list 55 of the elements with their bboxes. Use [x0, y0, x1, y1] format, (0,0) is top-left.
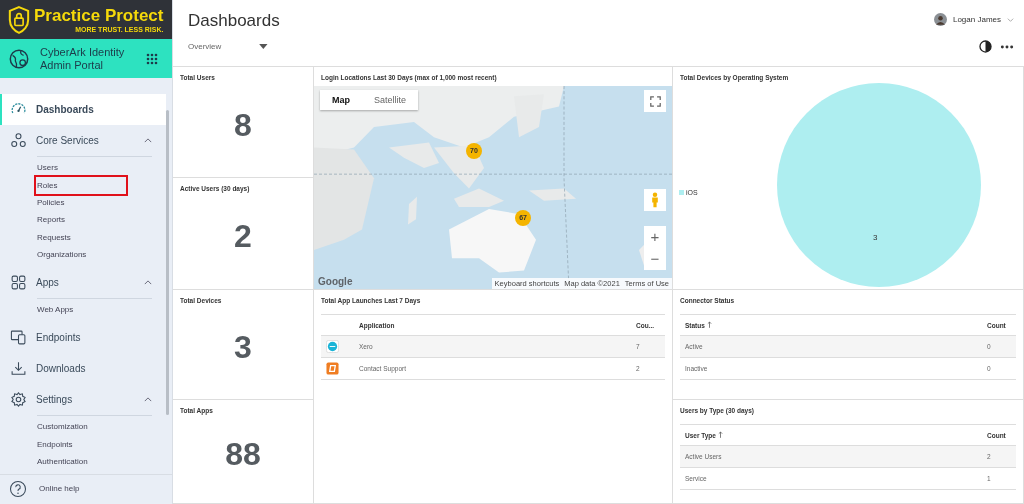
sort-arrow-icon	[717, 431, 723, 438]
sort-arrow-icon	[706, 321, 712, 328]
nav-subitem[interactable]: Requests	[37, 228, 71, 246]
stat-value: 88	[225, 436, 261, 474]
nav-subitem[interactable]: Reports	[37, 211, 65, 229]
chevron-icon	[1007, 17, 1014, 22]
download-icon	[10, 360, 27, 378]
scrollbar[interactable]	[166, 110, 169, 415]
fullscreen-icon	[649, 95, 661, 107]
user-menu[interactable]: Logan James	[933, 13, 1014, 26]
chevron-icon[interactable]	[144, 138, 152, 144]
nav-item[interactable]: Apps	[0, 267, 166, 299]
map-type-tab[interactable]: Map	[320, 90, 362, 110]
view-dropdown[interactable]: Overview	[188, 42, 268, 51]
stat-value: 2	[234, 218, 252, 256]
stat-value: 3	[234, 329, 252, 367]
devices-icon	[10, 329, 27, 347]
stat-value: 8	[234, 106, 252, 145]
nav-subitem[interactable]: Organizations	[37, 245, 87, 264]
app-grid-icon[interactable]	[146, 52, 158, 65]
data-label: 3	[873, 233, 878, 242]
nav-subitem[interactable]: Roles	[36, 176, 126, 194]
nav-item[interactable]: Endpoints	[0, 322, 166, 354]
nav-item[interactable]: Downloads	[0, 353, 166, 385]
nav-subitem[interactable]: Customization	[37, 418, 88, 436]
nav-subitem[interactable]: Policies	[37, 193, 65, 212]
help-link[interactable]: Online help	[0, 474, 172, 502]
app-logo-icon	[326, 362, 339, 375]
apps-grid-icon	[10, 274, 27, 292]
more-icon[interactable]	[1000, 44, 1014, 49]
chevron-icon[interactable]	[144, 397, 152, 403]
nav-item[interactable]: Settings	[0, 384, 166, 416]
page-title: Dashboards	[188, 11, 280, 31]
nodes-icon	[10, 132, 27, 150]
nav-item[interactable]: Core Services	[0, 125, 166, 157]
avatar-icon	[933, 13, 947, 26]
figure-icon	[651, 192, 659, 208]
nav-subitem[interactable]: Endpoints	[37, 435, 73, 453]
nav-subitem[interactable]: Web Apps	[37, 301, 74, 319]
portal-title: CyberArk Identity Admin Portal	[40, 45, 126, 72]
caret-icon	[259, 44, 268, 49]
chevron-icon[interactable]	[144, 280, 152, 286]
brand-name: Practice Protect	[34, 6, 164, 27]
map-logo: Google	[318, 276, 353, 287]
settings-icon	[10, 391, 27, 409]
nav-subitem[interactable]: Users	[37, 159, 58, 177]
nav-subitem[interactable]: Authentication	[37, 453, 88, 471]
globe-gear-icon	[8, 47, 30, 70]
map-type-tab[interactable]: Satellite	[362, 90, 419, 110]
fullscreen-button[interactable]	[644, 90, 666, 112]
help-icon	[9, 479, 27, 498]
app-logo-icon	[326, 340, 339, 353]
contrast-icon[interactable]	[979, 40, 992, 53]
nav-item[interactable]: Dashboards	[0, 94, 166, 126]
padlock-icon	[8, 5, 30, 34]
